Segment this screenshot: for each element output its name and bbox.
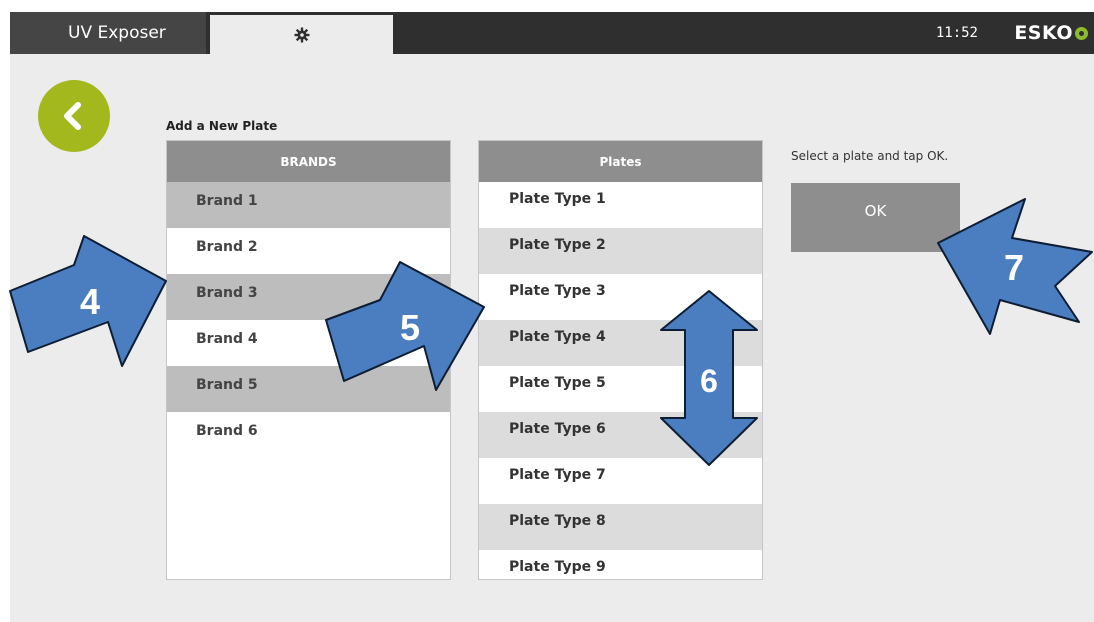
plate-item[interactable]: Plate Type 6 — [479, 412, 762, 458]
brand-item[interactable]: Brand 3 — [167, 274, 450, 320]
logo-text: ESKO — [1014, 22, 1073, 44]
chevron-left-icon — [64, 102, 81, 130]
brand-item[interactable]: Brand 5 — [167, 366, 450, 412]
tab-uv-exposer[interactable]: UV Exposer — [10, 12, 206, 54]
tab-settings[interactable] — [210, 15, 393, 54]
brand-item[interactable]: Brand 4 — [167, 320, 450, 366]
back-button[interactable] — [38, 80, 110, 152]
ok-button[interactable]: OK — [791, 183, 960, 252]
plate-item[interactable]: Plate Type 2 — [479, 228, 762, 274]
instructions-text: Select a plate and tap OK. — [791, 149, 949, 163]
brand-item[interactable]: Brand 1 — [167, 182, 450, 228]
clock: 11:52 — [935, 25, 978, 41]
top-bar: UV Exposer 11:52 ESKO — [10, 12, 1094, 54]
plate-item[interactable]: Plate Type 9 — [479, 550, 762, 579]
plate-item[interactable]: Plate Type 5 — [479, 366, 762, 412]
brands-header: BRANDS — [167, 141, 450, 182]
plate-item[interactable]: Plate Type 8 — [479, 504, 762, 550]
logo-mark-icon — [1075, 26, 1088, 40]
plate-item[interactable]: Plate Type 3 — [479, 274, 762, 320]
app-window: UV Exposer 11:52 ESKO Add a New Plate BR… — [10, 12, 1094, 622]
brand-item[interactable]: Brand 2 — [167, 228, 450, 274]
plate-item[interactable]: Plate Type 4 — [479, 320, 762, 366]
brands-list: BRANDS Brand 1 Brand 2 Brand 3 Brand 4 B… — [166, 140, 451, 580]
plate-item[interactable]: Plate Type 7 — [479, 458, 762, 504]
gear-icon — [294, 27, 309, 42]
esko-logo: ESKO — [1014, 12, 1088, 54]
plates-header: Plates — [479, 141, 762, 182]
brand-item[interactable]: Brand 6 — [167, 412, 450, 458]
plates-list: Plates Plate Type 1 Plate Type 2 Plate T… — [478, 140, 763, 580]
page-title: Add a New Plate — [166, 119, 278, 133]
plate-item[interactable]: Plate Type 1 — [479, 182, 762, 228]
